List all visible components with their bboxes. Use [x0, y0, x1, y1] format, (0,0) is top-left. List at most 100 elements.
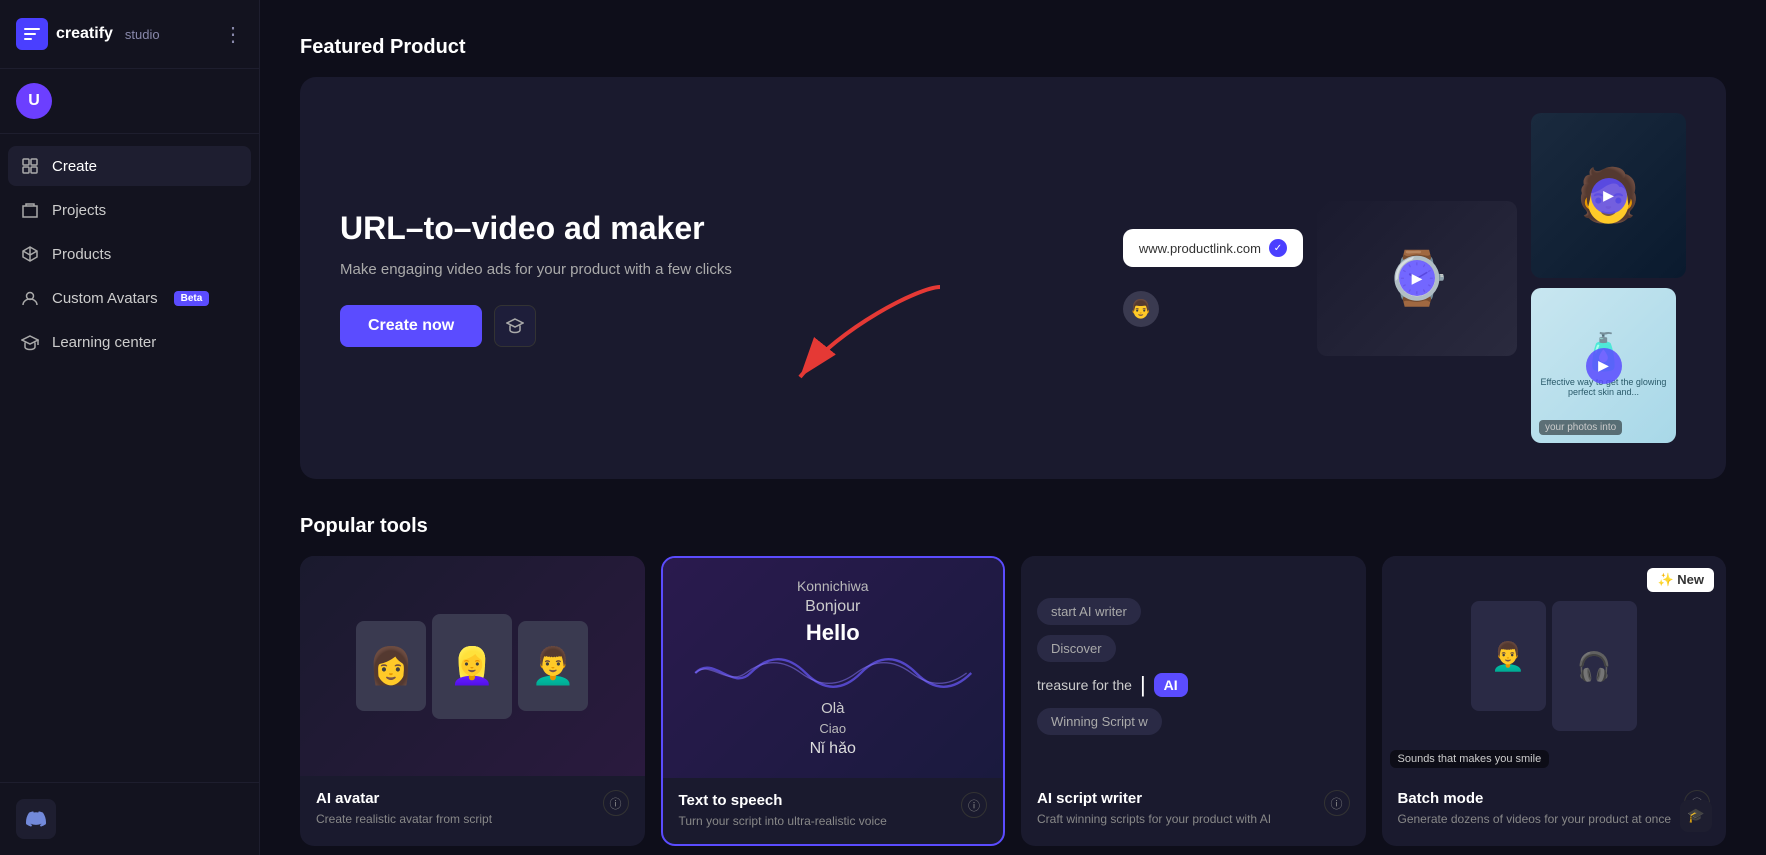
- avatar: U: [16, 83, 52, 119]
- ai-avatar-image: 👩 👱‍♀️ 👨‍🦱: [300, 556, 645, 776]
- tts-desc: Turn your script into ultra-realistic vo…: [679, 813, 887, 830]
- play-button-watch[interactable]: ▶: [1399, 260, 1435, 296]
- skincare-thumbnail: 🧴 Effective way to get the glowing perfe…: [1531, 288, 1676, 443]
- tts-word-2: Bonjour: [805, 598, 860, 616]
- avatars-icon: [20, 288, 40, 308]
- ai-script-arrow[interactable]: ⓘ: [1324, 790, 1350, 816]
- ai-script-name: AI script writer: [1037, 790, 1271, 807]
- beta-badge: Beta: [174, 291, 210, 306]
- tts-bottom: Text to speech Turn your script into ult…: [663, 778, 1004, 844]
- sidebar: creatify studio ⋮ U Create: [0, 0, 260, 855]
- batch-person-2: 🎧: [1552, 601, 1637, 731]
- featured-left: URL–to–video ad maker Make engaging vide…: [340, 209, 780, 348]
- tool-card-batch[interactable]: 👨‍🦱 🎧 Sounds that makes you smile ✨ New …: [1382, 556, 1727, 846]
- tts-info: Text to speech Turn your script into ult…: [679, 792, 887, 830]
- batch-desc: Generate dozens of videos for your produ…: [1398, 811, 1672, 828]
- script-ai-box: treasure for the | AI: [1037, 672, 1188, 698]
- ai-script-info: AI script writer Craft winning scripts f…: [1037, 790, 1271, 828]
- tts-image: Konnichiwa Bonjour Hello Olà Ciao Nǐ hǎo: [663, 558, 1004, 778]
- three-dots-icon[interactable]: ⋮: [223, 22, 243, 47]
- featured-section-title: Featured Product: [300, 36, 1726, 59]
- logo-name: creatify: [56, 25, 113, 43]
- tool-card-ai-script[interactable]: start AI writer Discover treasure for th…: [1021, 556, 1366, 846]
- batch-name: Batch mode: [1398, 790, 1672, 807]
- featured-card: URL–to–video ad maker Make engaging vide…: [300, 77, 1726, 479]
- right-col: 🔥 Hot 🧑 ▶ 🧴 Effective way to get the glo…: [1531, 113, 1686, 443]
- play-button-man[interactable]: ▶: [1591, 178, 1627, 214]
- projects-icon: [20, 200, 40, 220]
- cursor-icon: |: [1140, 672, 1146, 698]
- man-thumbnail: 🧑 ▶: [1531, 113, 1686, 278]
- play-button-skincare[interactable]: ▶: [1586, 348, 1622, 384]
- url-col: www.productlink.com ✓ 👨: [1123, 229, 1303, 327]
- photos-label: your photos into: [1539, 420, 1622, 435]
- featured-desc: Make engaging video ads for your product…: [340, 259, 780, 282]
- ai-script-bottom: AI script writer Craft winning scripts f…: [1021, 776, 1366, 842]
- batch-persons: 👨‍🦱 🎧: [1471, 601, 1637, 731]
- popular-tools-title: Popular tools: [300, 515, 1726, 538]
- sidebar-item-products[interactable]: Products: [8, 234, 251, 274]
- small-avatars: 👨: [1123, 291, 1159, 327]
- learning-icon: [20, 332, 40, 352]
- script-chip-3: Winning Script w: [1037, 708, 1162, 735]
- ai-avatar-arrow[interactable]: ⓘ: [603, 790, 629, 816]
- batch-label: Sounds that makes you smile: [1390, 750, 1550, 768]
- learn-button[interactable]: [494, 305, 536, 347]
- sidebar-item-create-label: Create: [52, 158, 97, 175]
- tool-card-tts[interactable]: Konnichiwa Bonjour Hello Olà Ciao Nǐ hǎo…: [661, 556, 1006, 846]
- user-row: U: [0, 69, 259, 134]
- sidebar-item-products-label: Products: [52, 246, 111, 263]
- tts-word-3: Hello: [806, 620, 860, 646]
- products-icon: [20, 244, 40, 264]
- tts-word-4: Olà: [821, 700, 844, 717]
- url-check-icon: ✓: [1269, 239, 1287, 257]
- tts-arrow[interactable]: ⓘ: [961, 792, 987, 818]
- nav-menu: Create Projects Products: [0, 134, 259, 782]
- batch-person-1: 👨‍🦱: [1471, 601, 1546, 711]
- watch-thumbnail: ⌚ ▶: [1317, 201, 1517, 356]
- small-avatar-1: 👨: [1123, 291, 1159, 327]
- batch-learn-icon[interactable]: 🎓: [1680, 800, 1712, 832]
- ai-script-desc: Craft winning scripts for your product w…: [1037, 811, 1271, 828]
- script-text: treasure for the: [1037, 677, 1132, 693]
- new-badge: ✨ New: [1647, 568, 1714, 592]
- sidebar-item-custom-avatars-label: Custom Avatars: [52, 290, 158, 307]
- avatar-face-3: 👨‍🦱: [518, 621, 588, 711]
- tts-bg: Konnichiwa Bonjour Hello Olà Ciao Nǐ hǎo: [663, 558, 1004, 778]
- sidebar-header: creatify studio ⋮: [0, 0, 259, 69]
- tts-word-1: Konnichiwa: [797, 578, 869, 594]
- avatar-face-2: 👱‍♀️: [432, 614, 512, 719]
- ai-avatar-desc: Create realistic avatar from script: [316, 811, 492, 828]
- ai-avatar-info: AI avatar Create realistic avatar from s…: [316, 790, 492, 828]
- ai-script-image: start AI writer Discover treasure for th…: [1021, 556, 1366, 776]
- logo-icon: [16, 18, 48, 50]
- discord-button[interactable]: [16, 799, 56, 839]
- sidebar-item-projects-label: Projects: [52, 202, 106, 219]
- ai-avatar-name: AI avatar: [316, 790, 492, 807]
- tts-name: Text to speech: [679, 792, 887, 809]
- tool-card-ai-avatar[interactable]: 👩 👱‍♀️ 👨‍🦱 AI avatar Create realistic av…: [300, 556, 645, 846]
- featured-title: URL–to–video ad maker: [340, 209, 780, 247]
- url-box: www.productlink.com ✓: [1123, 229, 1303, 267]
- arrow-pointer: [780, 277, 960, 402]
- script-chip-1: start AI writer: [1037, 598, 1141, 625]
- script-bg: start AI writer Discover treasure for th…: [1021, 556, 1366, 776]
- sidebar-item-create[interactable]: Create: [8, 146, 251, 186]
- batch-bottom: Batch mode Generate dozens of videos for…: [1382, 776, 1727, 842]
- wave-visual: [683, 650, 984, 696]
- sidebar-item-projects[interactable]: Projects: [8, 190, 251, 230]
- avatar-face-1: 👩: [356, 621, 426, 711]
- popular-tools-grid: 👩 👱‍♀️ 👨‍🦱 AI avatar Create realistic av…: [300, 556, 1726, 846]
- ai-avatar-bottom: AI avatar Create realistic avatar from s…: [300, 776, 645, 842]
- tts-word-5: Ciao: [819, 721, 846, 736]
- sidebar-bottom: [0, 782, 259, 855]
- sidebar-item-custom-avatars[interactable]: Custom Avatars Beta: [8, 278, 251, 318]
- featured-actions: Create now: [340, 305, 780, 347]
- url-text: www.productlink.com: [1139, 241, 1261, 256]
- batch-info: Batch mode Generate dozens of videos for…: [1398, 790, 1672, 828]
- create-now-button[interactable]: Create now: [340, 305, 482, 347]
- sidebar-item-learning-center[interactable]: Learning center: [8, 322, 251, 362]
- create-icon: [20, 156, 40, 176]
- featured-right: www.productlink.com ✓ 👨 ⌚ ▶ 🔥 Hot 🧑 ▶: [1123, 113, 1686, 443]
- ai-badge: AI: [1154, 673, 1188, 697]
